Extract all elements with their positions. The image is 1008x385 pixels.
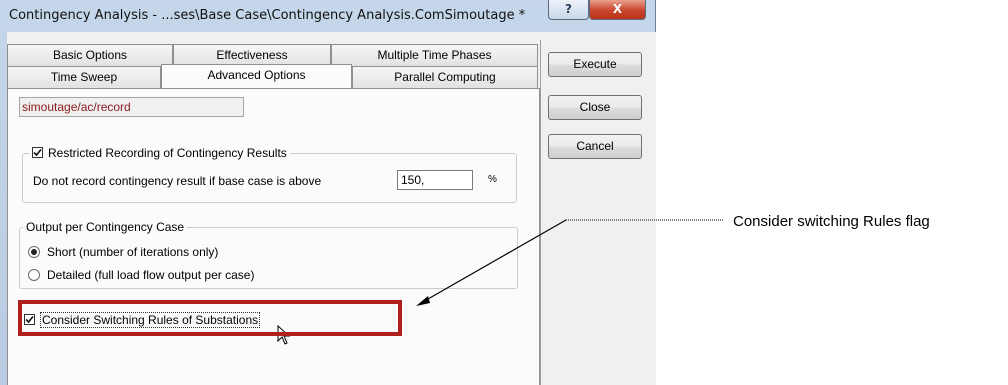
annotation-label: Consider switching Rules flag [733, 213, 930, 230]
annotation-arrow [416, 219, 724, 306]
